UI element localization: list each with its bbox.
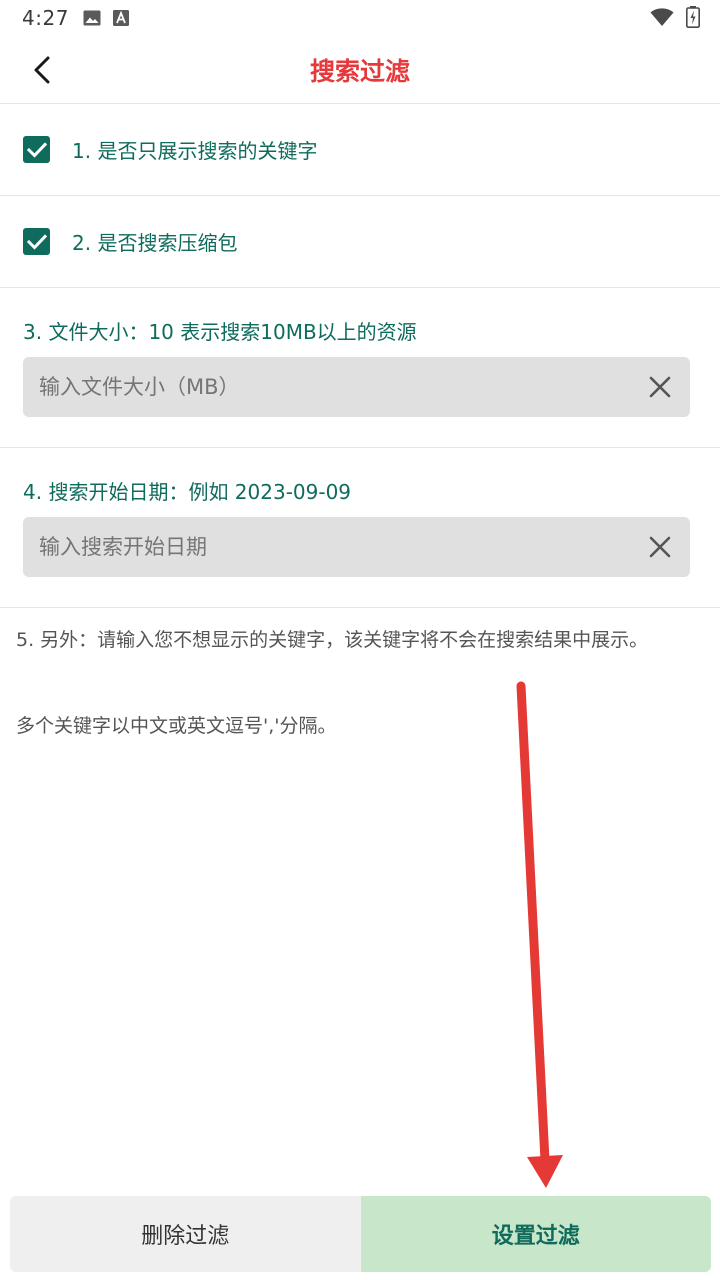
delete-filter-button[interactable]: 删除过滤 [10,1196,361,1272]
checkbox-search-archives[interactable] [23,228,50,255]
status-time: 4:27 [22,6,69,30]
wifi-icon [650,7,674,32]
option-search-archives[interactable]: 2. 是否搜索压缩包 [0,196,720,288]
page-title: 搜索过滤 [309,57,410,86]
header: 搜索过滤 [0,36,720,104]
screen: 4:27 搜索过滤 1. 是否只展示搜索的关键字 2. 是否搜索压缩包 3. 文… [0,0,720,1280]
file-size-section: 3. 文件大小：10 表示搜索10MB以上的资源 [0,288,720,448]
clear-icon[interactable] [630,517,690,577]
bottom-action-bar: 删除过滤 设置过滤 [10,1196,711,1272]
status-right [650,6,700,33]
file-size-field [23,357,690,417]
exclude-keyword-note: 5. 另外：请输入您不想显示的关键字，该关键字将不会在搜索结果中展示。 [16,629,649,651]
image-icon [83,10,101,26]
start-date-input[interactable] [23,517,630,577]
file-size-input[interactable] [23,357,630,417]
check-icon [26,141,47,158]
start-date-label: 4. 搜索开始日期：例如 2023-09-09 [23,480,352,504]
option-show-keyword-only[interactable]: 1. 是否只展示搜索的关键字 [0,104,720,196]
option-label: 2. 是否搜索压缩包 [72,231,238,255]
clear-icon[interactable] [630,357,690,417]
status-bar: 4:27 [0,0,720,36]
separator-note: 多个关键字以中文或英文逗号','分隔。 [16,715,337,737]
check-icon [26,233,47,250]
battery-icon [686,6,700,33]
text-a-icon [112,10,129,26]
set-filter-button[interactable]: 设置过滤 [360,1196,711,1272]
start-date-field [23,517,690,577]
checkbox-show-keyword-only[interactable] [23,136,50,163]
file-size-label: 3. 文件大小：10 表示搜索10MB以上的资源 [23,320,417,344]
start-date-section: 4. 搜索开始日期：例如 2023-09-09 [0,448,720,608]
option-label: 1. 是否只展示搜索的关键字 [72,139,318,163]
